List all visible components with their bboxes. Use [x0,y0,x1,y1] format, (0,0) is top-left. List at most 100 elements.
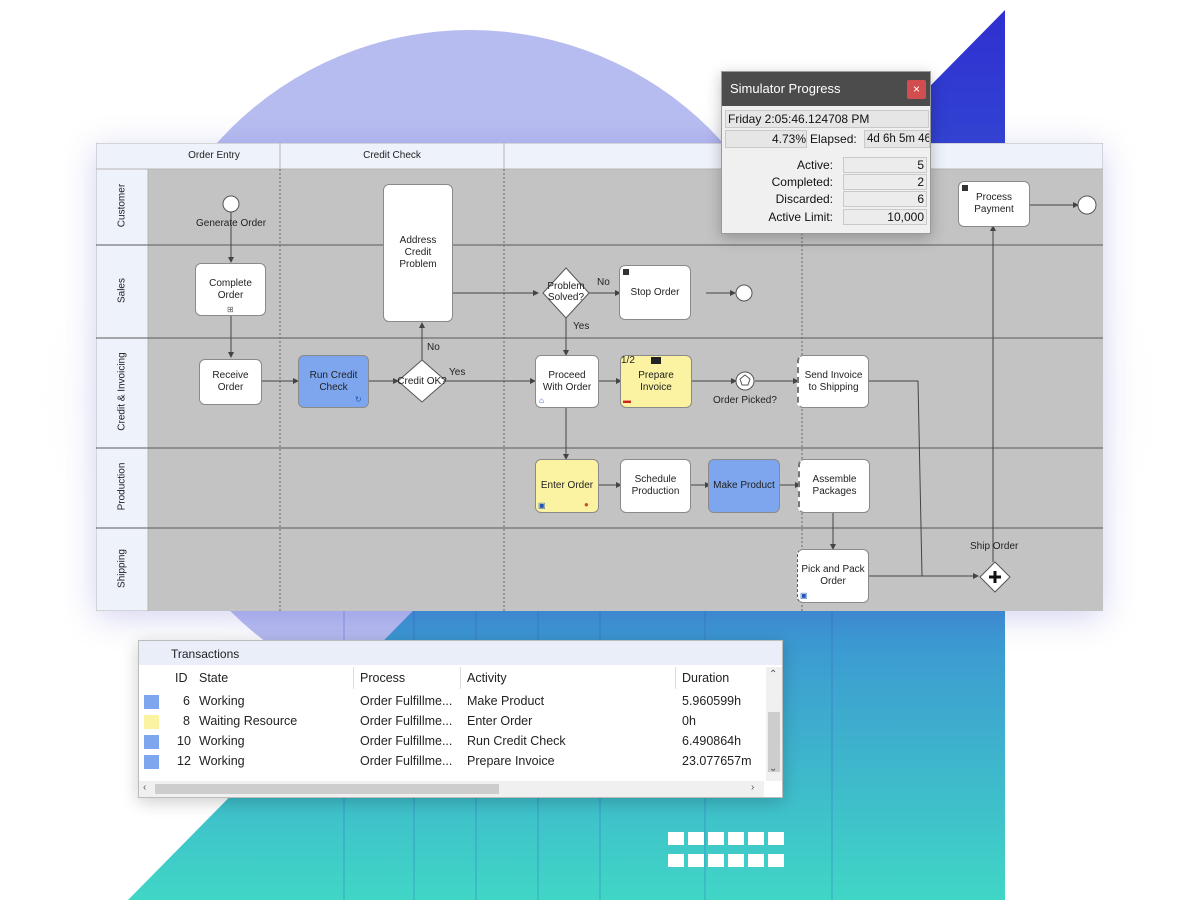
elapsed-value: 4d 6h 5m 46.12 [864,130,930,148]
cell-activity: Run Credit Check [467,734,566,748]
scroll-up-icon[interactable]: ⌃ [769,669,777,680]
scrollbar-thumb[interactable] [155,784,499,794]
refresh-icon: ↻ [355,395,362,404]
column-header-state[interactable]: State [199,671,228,685]
cell-process: Order Fulfillme... [360,714,453,728]
simulator-title: Simulator Progress [730,81,841,96]
table-header: ID State Process Activity Duration [139,667,764,689]
column-header-activity[interactable]: Activity [467,671,507,685]
cell-activity: Prepare Invoice [467,754,555,768]
lane-label-sales: Sales [116,278,128,304]
cell-id: 10 [177,734,191,748]
stat-completed: Completed: 2 [722,174,928,191]
make-product-task[interactable]: Make Product [708,459,780,513]
column-header-duration[interactable]: Duration [682,671,729,685]
ship-order-label: Ship Order [970,541,1019,552]
cell-id: 8 [183,714,190,728]
table-row[interactable]: 6 Working Order Fulfillme... Make Produc… [139,692,764,712]
credit-ok-gateway[interactable]: Credit OK? [392,376,452,387]
column-header-process[interactable]: Process [360,671,405,685]
scroll-left-icon[interactable]: ‹ [143,782,146,793]
simulator-progress-window: Simulator Progress × Friday 2:05:46.1247… [721,71,931,234]
cell-duration: 23.077657m [682,754,752,768]
column-divider [675,667,676,689]
resource-fraction: 1/2 [621,355,635,366]
cell-activity: Make Product [467,694,545,708]
cell-duration: 5.960599h [682,694,742,708]
cell-id: 12 [177,754,191,768]
flow-label-yes: Yes [449,367,466,378]
stat-value: 2 [843,174,927,190]
stat-value: 5 [843,157,927,173]
table-row[interactable]: 10 Working Order Fulfillme... Run Credit… [139,732,764,752]
lane-label-credit-invoicing: Credit & Invoicing [116,352,128,431]
problem-solved-gateway[interactable]: Problem Solved? [542,281,590,303]
subprocess-icon: ⊞ [227,305,234,314]
cell-state: Working [199,734,245,748]
simulator-title-bar[interactable]: Simulator Progress × [722,72,930,106]
process-payment-task[interactable]: Process Payment [958,181,1030,227]
stop-order-task[interactable]: Stop Order [619,265,691,320]
elapsed-label: Elapsed: [810,132,857,146]
table-row[interactable]: 12 Working Order Fulfillme... Prepare In… [139,752,764,772]
column-divider [460,667,461,689]
state-color-swatch [144,695,159,709]
stat-discarded: Discarded: 6 [722,191,928,208]
alert-icon: ▬ [623,396,631,405]
simulation-clock: Friday 2:05:46.124708 PM [725,110,929,128]
column-header-order-entry: Order Entry [188,150,240,161]
flow-label-no: No [427,342,440,353]
schedule-production-task[interactable]: Schedule Production [620,459,691,513]
resource-icon: ▣ [538,501,546,510]
stat-value: 10,000 [843,209,927,225]
lane-label-shipping: Shipping [116,549,128,588]
stat-value: 6 [843,191,927,207]
scroll-right-icon[interactable]: › [751,782,754,793]
cell-process: Order Fulfillme... [360,734,453,748]
cell-state: Working [199,754,245,768]
state-color-swatch [144,715,159,729]
resource-icon: ▣ [800,591,808,600]
note-icon [651,357,661,364]
note-icon [623,269,629,275]
stat-label: Discarded: [775,192,833,206]
address-credit-problem-task[interactable]: Address Credit Problem [383,184,453,322]
close-icon[interactable]: × [907,80,926,99]
column-divider [353,667,354,689]
column-header-credit-check: Credit Check [363,150,421,161]
cell-process: Order Fulfillme... [360,754,453,768]
browser-icon: ● [584,500,589,509]
assemble-packages-task[interactable]: Assemble Packages [798,459,870,513]
generate-order-label: Generate Order [196,218,267,229]
state-color-swatch [144,735,159,749]
transactions-panel: Transactions ID State Process Activity D… [138,640,783,798]
scroll-down-icon[interactable]: ⌄ [769,763,777,774]
stat-label: Completed: [771,175,833,189]
horizontal-scrollbar[interactable]: ‹ › [139,781,764,797]
cell-state: Working [199,694,245,708]
cell-activity: Enter Order [467,714,533,728]
transactions-title: Transactions [139,641,782,665]
send-invoice-task[interactable]: Send Invoice to Shipping [797,355,869,408]
state-color-swatch [144,755,159,769]
pick-and-pack-task[interactable]: Pick and Pack Order [797,549,869,603]
stat-active: Active: 5 [722,157,928,174]
cell-state: Waiting Resource [199,714,298,728]
cell-process: Order Fulfillme... [360,694,453,708]
note-icon [962,185,968,191]
vertical-scrollbar[interactable]: ⌃ ⌄ [766,667,782,781]
process-diagram: Order Entry Credit Check Customer Sales … [96,143,1103,611]
progress-percent: 4.73% [725,130,807,148]
receive-order-task[interactable]: Receive Order [199,359,262,405]
stat-active-limit: Active Limit: 10,000 [722,209,928,226]
cell-duration: 0h [682,714,696,728]
column-header-id[interactable]: ID [175,671,188,685]
proceed-with-order-task[interactable]: Proceed With Order [535,355,599,408]
stat-label: Active: [796,158,833,172]
order-picked-label: Order Picked? [713,395,777,406]
cell-duration: 6.490864h [682,734,742,748]
flow-label-no: No [597,277,610,288]
home-icon: ⌂ [539,396,544,405]
table-row[interactable]: 8 Waiting Resource Order Fulfillme... En… [139,712,764,732]
cell-id: 6 [183,694,190,708]
